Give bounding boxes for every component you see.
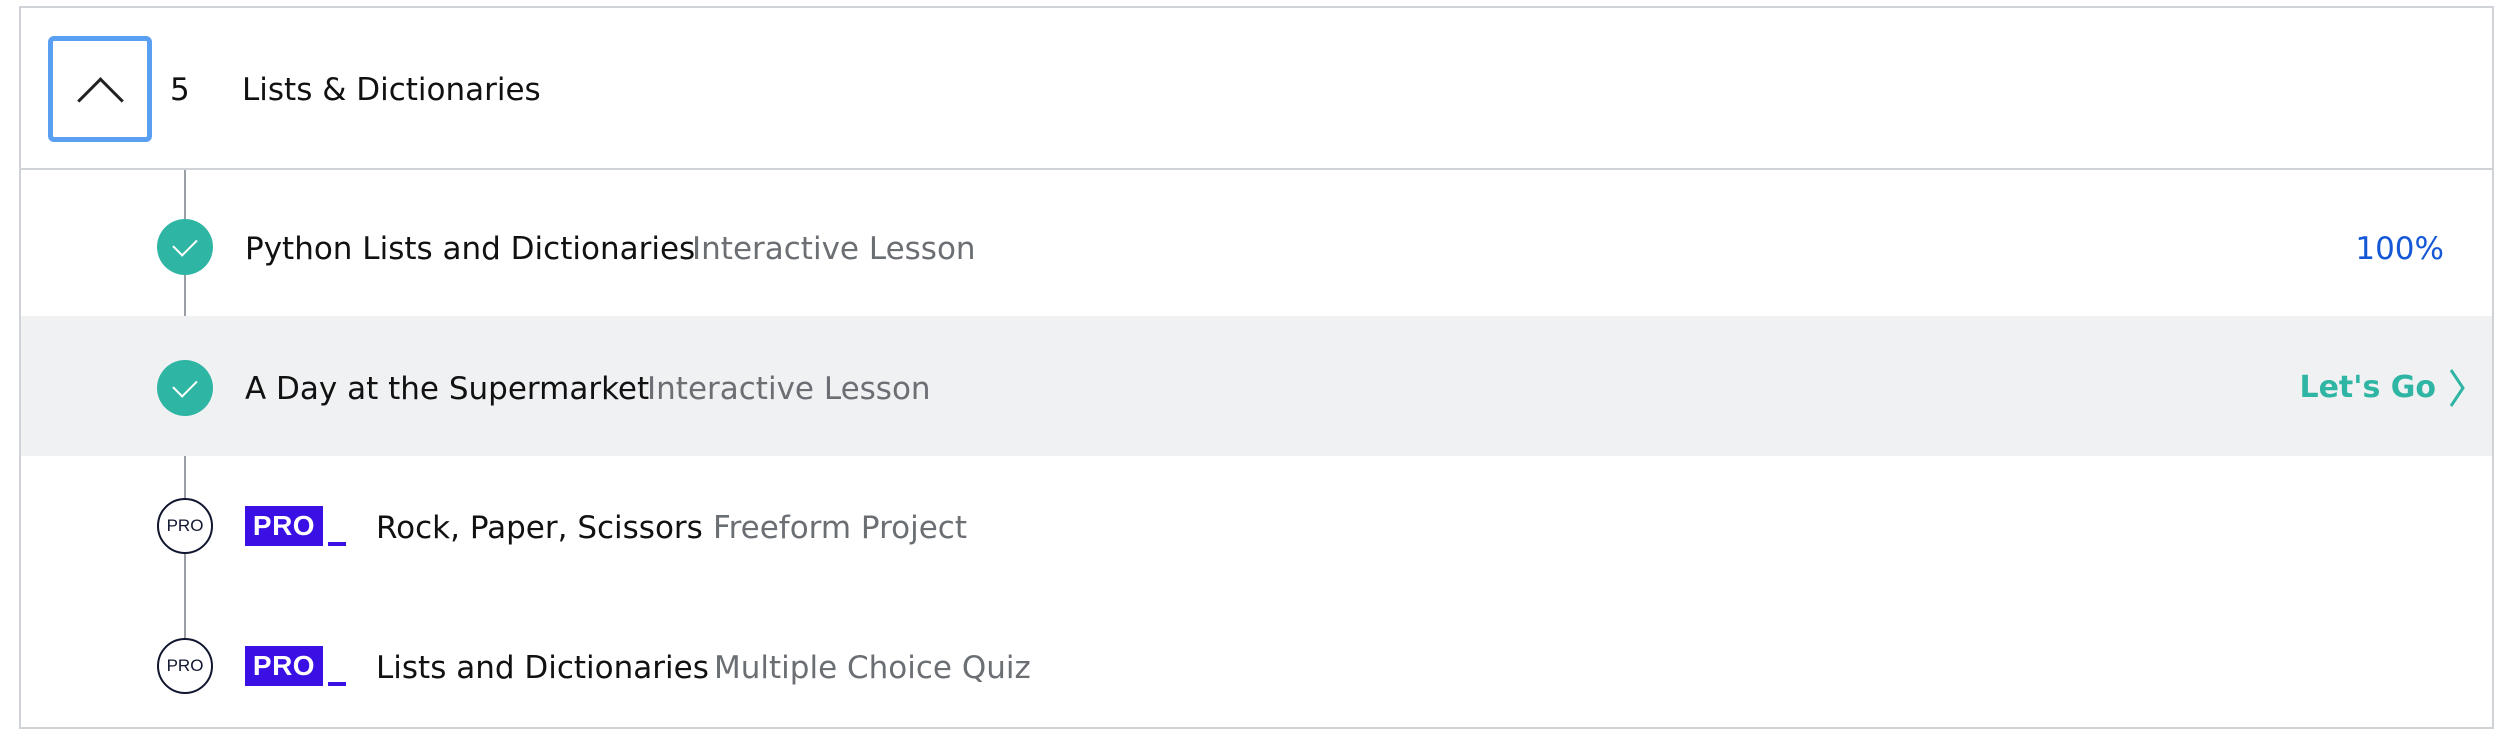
pro-badge-cursor [328,682,346,686]
pro-lock-icon: PRO [157,638,213,694]
pro-lock-icon: PRO [157,498,213,554]
module-title: Lists & Dictionaries [242,72,541,108]
pro-badge: PRO [245,506,323,546]
pro-badge-label: PRO [252,510,316,541]
lesson-type: Interactive Lesson [692,231,976,267]
pro-badge-label: PRO [252,650,316,681]
module-number: 5 [170,72,190,108]
lesson-row[interactable]: Python Lists and Dictionaries Interactiv… [21,176,2492,316]
chevron-up-icon [76,76,124,124]
lets-go-button[interactable]: Let's Go [2299,368,2466,408]
module-header: 5 Lists & Dictionaries [21,8,2492,170]
pro-status-label: PRO [166,656,204,675]
lesson-title[interactable]: A Day at the Supermarket [245,374,649,405]
lesson-type: Interactive Lesson [647,371,931,407]
pro-badge-cursor [328,542,346,546]
lesson-row[interactable]: A Day at the Supermarket Interactive Les… [21,316,2492,456]
check-icon [157,360,213,416]
lesson-progress: 100% [2355,231,2444,267]
check-icon [157,219,213,275]
pro-badge: PRO [245,646,323,686]
lesson-row[interactable]: PRO PRO Lists and Dictionaries Multiple … [21,596,2492,736]
lesson-title[interactable]: Lists and Dictionaries [376,653,709,684]
module-container: 5 Lists & Dictionaries Python Lists and … [19,6,2494,729]
lesson-title[interactable]: Python Lists and Dictionaries [245,234,695,265]
lesson-title[interactable]: Rock, Paper, Scissors [376,513,703,544]
collapse-module-button[interactable] [48,36,152,142]
chevron-right-icon [2449,369,2465,407]
lesson-type: Freeform Project [713,510,967,546]
lets-go-label: Let's Go [2299,370,2436,405]
pro-status-label: PRO [166,516,204,535]
lesson-type: Multiple Choice Quiz [714,650,1031,686]
lesson-row[interactable]: PRO PRO Rock, Paper, Scissors Freeform P… [21,456,2492,596]
